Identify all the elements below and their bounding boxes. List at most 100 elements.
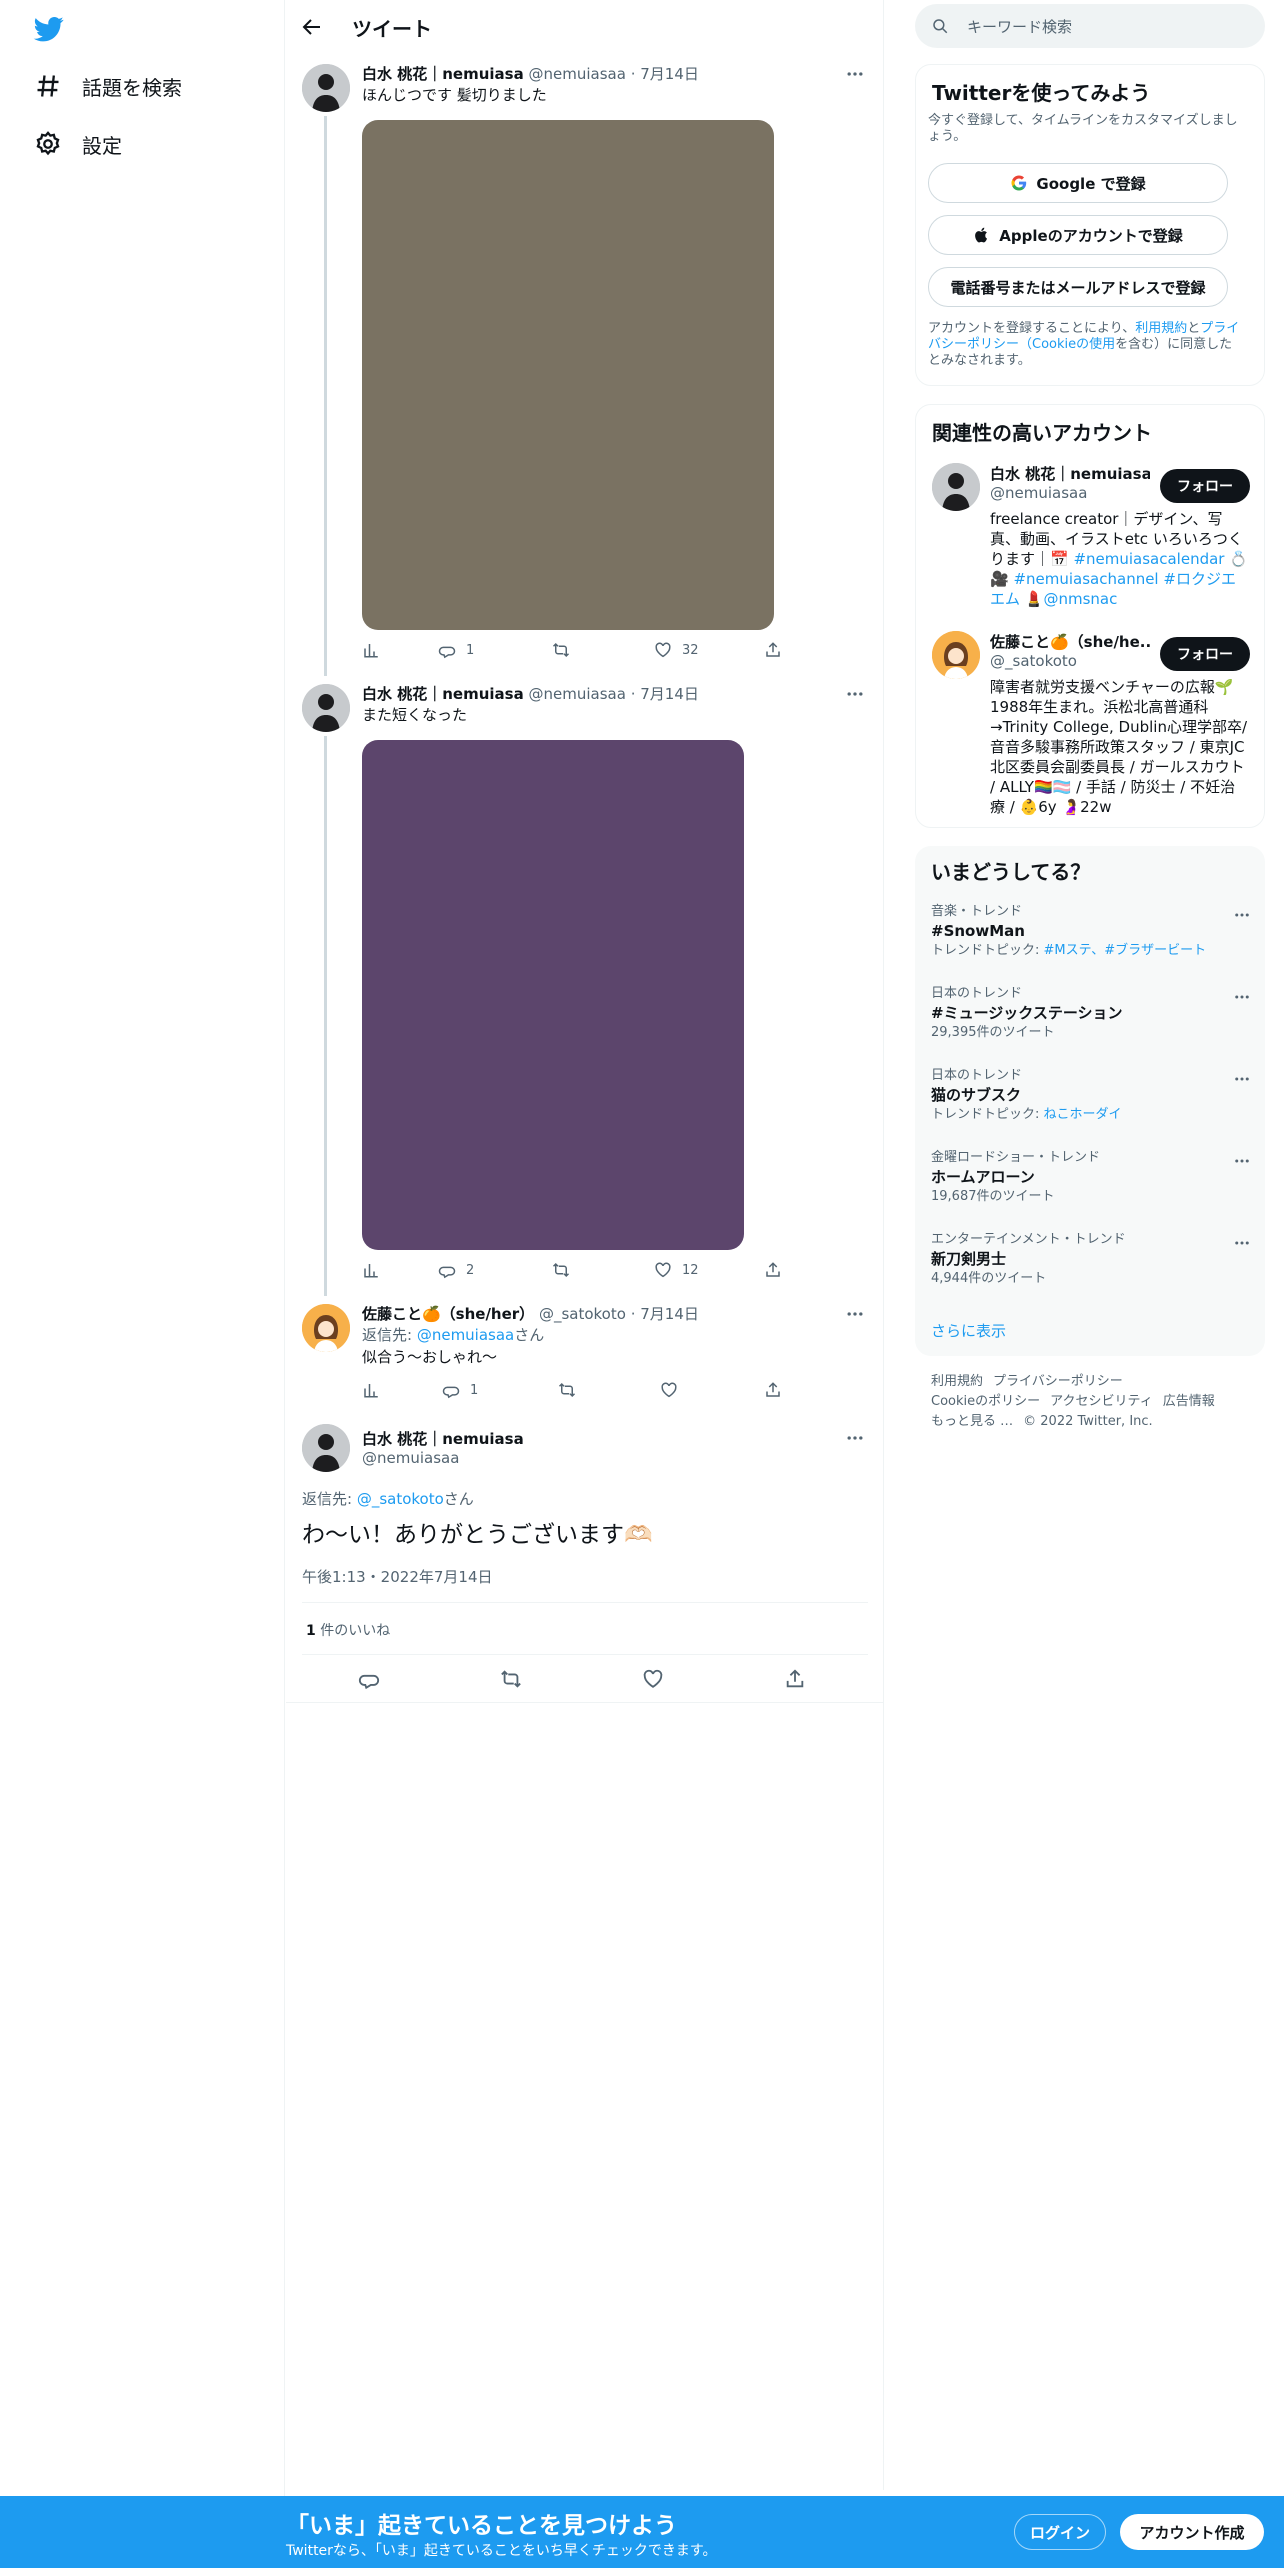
more-options-icon[interactable] — [844, 1304, 866, 1324]
author-handle[interactable]: @nemuiasaa — [528, 685, 625, 703]
share-button[interactable] — [764, 1381, 782, 1399]
more-options-icon[interactable] — [1233, 1234, 1251, 1252]
footer-cookie-link[interactable]: Cookieのポリシー — [931, 1394, 1040, 1409]
retweet-icon — [558, 1382, 576, 1398]
avatar[interactable] — [302, 1304, 350, 1352]
tweet-date[interactable]: 7月14日 — [640, 65, 699, 83]
share-button[interactable] — [764, 1261, 782, 1279]
search-icon — [933, 19, 948, 34]
footer-terms-link[interactable]: 利用規約 — [931, 1374, 983, 1389]
like-button[interactable] — [660, 1381, 678, 1399]
avatar[interactable] — [302, 1424, 350, 1472]
author-handle[interactable]: @nemuiasaa — [362, 1449, 524, 1467]
tweet-image[interactable] — [362, 120, 774, 630]
reply-button[interactable]: 1 — [442, 1381, 478, 1399]
author-name[interactable]: 白水 桃花｜nemuiasa — [362, 65, 524, 83]
thread-tweet[interactable]: 佐藤こと🍊（she/her） @_satokoto · 7月14日 返信先: @… — [286, 1294, 884, 1414]
search-input[interactable]: キーワード検索 — [915, 4, 1265, 48]
focused-actions — [302, 1668, 868, 1694]
retweet-button[interactable] — [552, 1261, 570, 1279]
follow-button[interactable]: フォロー — [1160, 637, 1250, 671]
trend-item[interactable]: 音楽・トレンド #SnowMan トレンドトピック: #Mステ、#ブラザービート — [931, 904, 1251, 960]
thread-tweet[interactable]: 白水 桃花｜nemuiasa @nemuiasaa · 7月14日 また短くなっ… — [286, 674, 884, 1296]
hashtag-link[interactable]: #nemuiasacalendar — [1073, 550, 1224, 568]
share-button[interactable] — [784, 1668, 806, 1690]
google-signup-button[interactable]: Google で登録 — [928, 163, 1228, 203]
back-arrow-icon[interactable] — [300, 15, 324, 39]
account-card[interactable]: 佐藤こと🍊（she/he... @_satokoto フォロー 障害者就労支援ベ… — [916, 631, 1266, 821]
signup-button[interactable]: アカウント作成 — [1120, 2514, 1264, 2550]
more-options-icon[interactable] — [1233, 988, 1251, 1006]
author-name[interactable]: 白水 桃花｜nemuiasa — [362, 685, 524, 703]
apple-signup-button[interactable]: Appleのアカウントで登録 — [928, 215, 1228, 255]
retweet-button[interactable] — [500, 1668, 522, 1690]
avatar[interactable] — [302, 64, 350, 112]
reply-to-link[interactable]: @nemuiasaa — [417, 1326, 514, 1344]
tweet-timestamp[interactable]: 午後1:13・2022年7月14日 — [302, 1566, 493, 1587]
likes-summary[interactable]: 1 件のいいね — [306, 1620, 390, 1640]
more-options-icon[interactable] — [844, 1428, 866, 1448]
bottom-signup-bar: 「いま」起きていることを見つけよう Twitterなら、「いま」起きていることを… — [0, 2496, 1284, 2568]
more-options-icon[interactable] — [844, 684, 866, 704]
author-handle[interactable]: @nemuiasaa — [528, 65, 625, 83]
share-button[interactable] — [764, 641, 782, 659]
tweet-image[interactable] — [362, 740, 744, 1250]
tweet-date[interactable]: 7月14日 — [640, 685, 699, 703]
login-button[interactable]: ログイン — [1014, 2514, 1106, 2550]
account-handle[interactable]: @nemuiasaa — [990, 484, 1150, 502]
reply-button[interactable]: 1 — [438, 641, 474, 659]
retweet-button[interactable] — [552, 641, 570, 659]
trend-item[interactable]: エンターテインメント・トレンド 新刀剣男士 4,944件のツイート — [931, 1232, 1251, 1288]
twitter-logo-icon[interactable] — [32, 14, 66, 44]
account-bio: freelance creator｜デザイン、写真、動画、イラストetc いろい… — [990, 510, 1248, 608]
follow-button[interactable]: フォロー — [1160, 469, 1250, 503]
nav-settings[interactable]: 設定 — [34, 124, 122, 164]
footer-accessibility-link[interactable]: アクセシビリティ — [1050, 1394, 1153, 1409]
more-options-icon[interactable] — [844, 64, 866, 84]
retweet-button[interactable] — [558, 1381, 576, 1399]
like-button[interactable]: 32 — [654, 641, 699, 659]
reply-button[interactable]: 2 — [438, 1261, 474, 1279]
author-name[interactable]: 白水 桃花｜nemuiasa — [362, 1428, 524, 1449]
footer-privacy-link[interactable]: プライバシーポリシー — [993, 1374, 1123, 1389]
more-options-icon[interactable] — [1233, 1152, 1251, 1170]
gear-icon — [36, 131, 60, 156]
account-card[interactable]: 白水 桃花｜nemuiasa @nemuiasaa フォロー freelance… — [916, 463, 1266, 623]
analytics-button[interactable] — [362, 1261, 380, 1279]
reply-count: 1 — [470, 1382, 479, 1398]
footer-ads-link[interactable]: 広告情報 — [1163, 1394, 1215, 1409]
analytics-button[interactable] — [362, 641, 380, 659]
author-handle[interactable]: @_satokoto — [539, 1305, 626, 1323]
avatar[interactable] — [932, 463, 980, 511]
like-button[interactable] — [642, 1668, 664, 1690]
like-button[interactable]: 12 — [654, 1261, 699, 1279]
terms-link[interactable]: 利用規約 — [1135, 321, 1187, 336]
reply-button[interactable] — [358, 1668, 380, 1690]
thread-tweet[interactable]: 白水 桃花｜nemuiasa @nemuiasaa · 7月14日 ほんじつです… — [286, 54, 884, 676]
analytics-button[interactable] — [362, 1381, 380, 1399]
trend-item[interactable]: 日本のトレンド 猫のサブスク トレンドトピック: ねこホーダイ — [931, 1068, 1251, 1124]
account-name[interactable]: 白水 桃花｜nemuiasa — [990, 463, 1150, 484]
nav-explore[interactable]: 話題を検索 — [34, 66, 182, 106]
trend-item[interactable]: 日本のトレンド #ミュージックステーション 29,395件のツイート — [931, 986, 1251, 1042]
account-handle[interactable]: @_satokoto — [990, 652, 1150, 670]
mention-link[interactable]: @nmsnac — [1043, 590, 1117, 608]
like-count: 32 — [682, 642, 699, 658]
phone-email-signup-button[interactable]: 電話番号またはメールアドレスで登録 — [928, 267, 1228, 307]
tweet-date[interactable]: 7月14日 — [640, 1305, 699, 1323]
more-options-icon[interactable] — [1233, 1070, 1251, 1088]
avatar[interactable] — [302, 684, 350, 732]
trend-subtext: 4,944件のツイート — [931, 1271, 1047, 1286]
more-options-icon[interactable] — [1233, 906, 1251, 924]
reply-to-link[interactable]: @_satokoto — [357, 1490, 444, 1508]
hashtag-link[interactable]: #nemuiasachannel — [1013, 570, 1158, 588]
avatar[interactable] — [932, 631, 980, 679]
account-name[interactable]: 佐藤こと🍊（she/he... — [990, 631, 1150, 652]
focused-tweet: 白水 桃花｜nemuiasa @nemuiasaa 返信先: @_satokot… — [286, 1414, 884, 1714]
author-name[interactable]: 佐藤こと🍊（she/her） — [362, 1305, 534, 1323]
google-signup-label: Google で登録 — [1036, 174, 1146, 193]
trend-subtext: 19,687件のツイート — [931, 1189, 1055, 1204]
footer-more-link[interactable]: もっと見る … — [931, 1414, 1013, 1429]
show-more-link[interactable]: さらに表示 — [931, 1320, 1006, 1341]
trend-item[interactable]: 金曜ロードショー・トレンド ホームアローン 19,687件のツイート — [931, 1150, 1251, 1206]
